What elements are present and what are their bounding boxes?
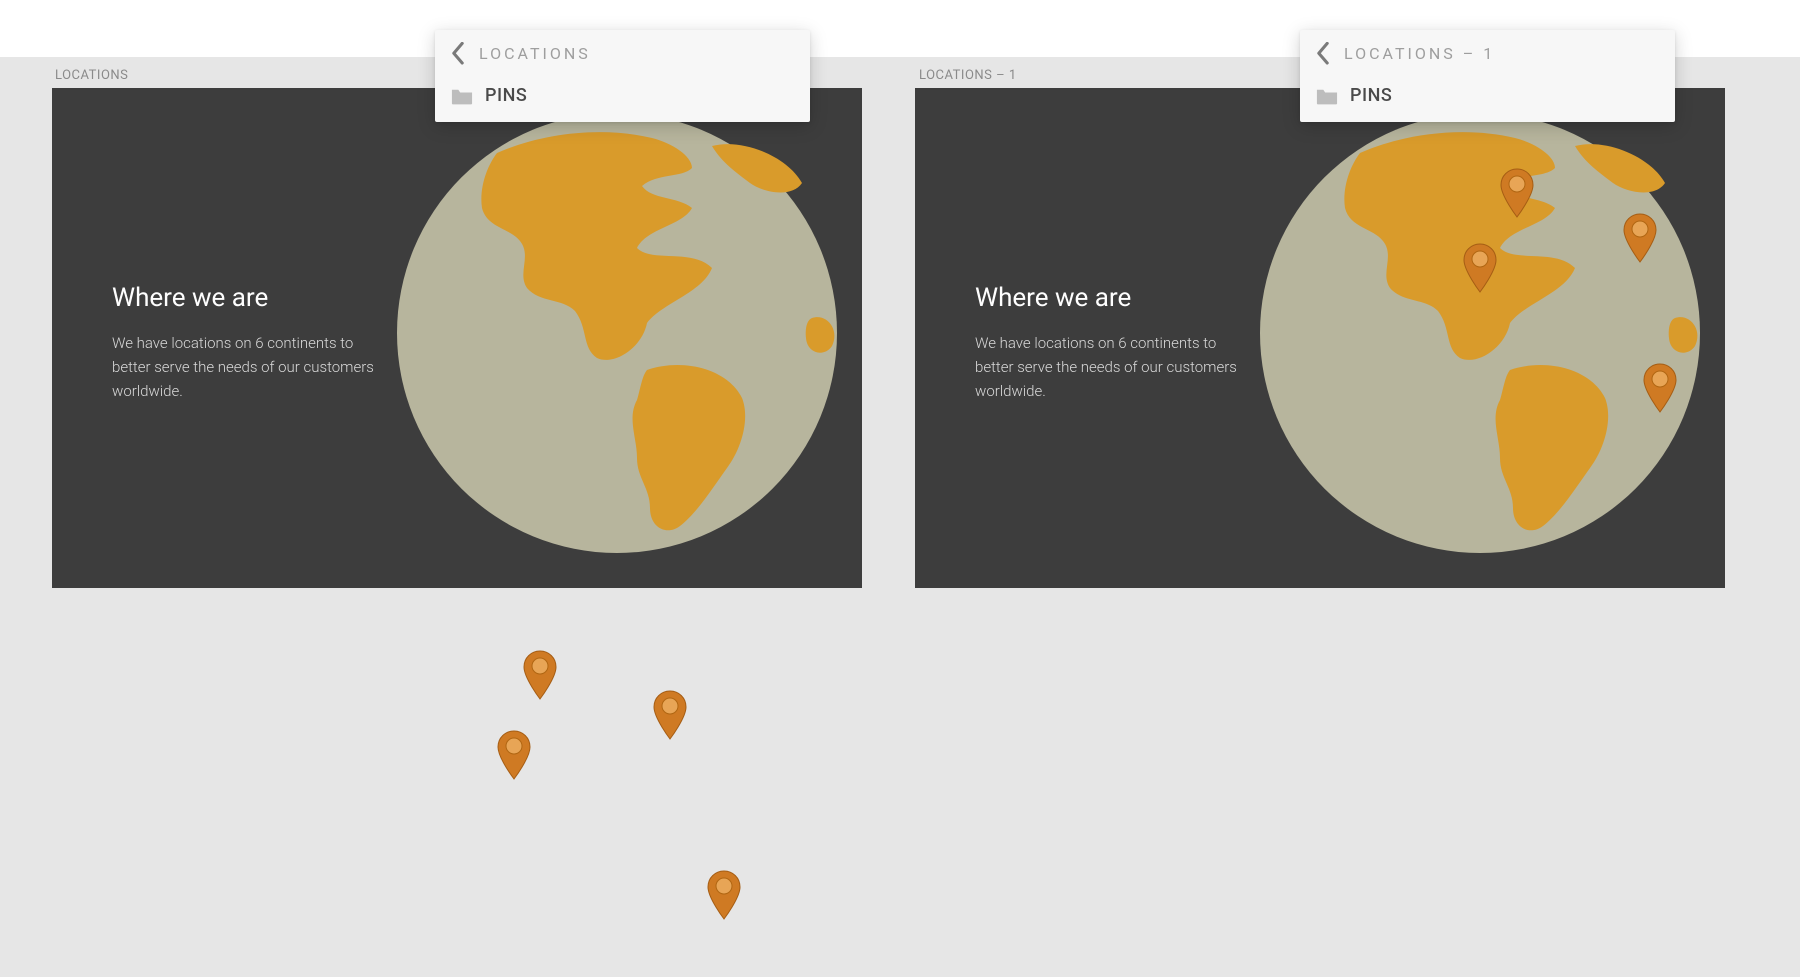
text-block: Where we are We have locations on 6 cont…: [112, 283, 392, 403]
panel-header: LOCATIONS – 1: [1300, 30, 1675, 75]
heading-where-we-are: Where we are: [975, 283, 1255, 313]
map-pin-icon[interactable]: [496, 730, 532, 780]
text-block: Where we are We have locations on 6 cont…: [975, 283, 1255, 403]
frame-label-locations[interactable]: LOCATIONS: [55, 68, 128, 83]
frame-label-locations-1[interactable]: LOCATIONS – 1: [919, 68, 1017, 83]
layer-row-pins[interactable]: PINS: [435, 75, 810, 122]
back-icon[interactable]: [451, 47, 465, 61]
globe-illustration: [1255, 108, 1705, 558]
layer-name: PINS: [485, 85, 527, 106]
layer-panel-locations-1[interactable]: LOCATIONS – 1 PINS: [1300, 30, 1675, 122]
folder-icon: [1316, 87, 1338, 105]
back-icon[interactable]: [1316, 47, 1330, 61]
panel-header: LOCATIONS: [435, 30, 810, 75]
map-pin-icon[interactable]: [1622, 213, 1658, 263]
map-pin-icon[interactable]: [1462, 243, 1498, 293]
body-text: We have locations on 6 continents to bet…: [975, 331, 1255, 403]
heading-where-we-are: Where we are: [112, 283, 392, 313]
panel-breadcrumb[interactable]: LOCATIONS – 1: [1344, 44, 1495, 63]
map-pin-icon[interactable]: [1642, 363, 1678, 413]
map-pin-icon[interactable]: [706, 870, 742, 920]
map-pin-icon[interactable]: [522, 650, 558, 700]
layer-row-pins[interactable]: PINS: [1300, 75, 1675, 122]
map-pin-icon[interactable]: [652, 690, 688, 740]
map-pin-icon[interactable]: [1499, 168, 1535, 218]
layer-panel-locations[interactable]: LOCATIONS PINS: [435, 30, 810, 122]
layer-name: PINS: [1350, 85, 1392, 106]
frame-locations[interactable]: Where we are We have locations on 6 cont…: [52, 88, 862, 588]
frame-locations-1[interactable]: Where we are We have locations on 6 cont…: [915, 88, 1725, 588]
body-text: We have locations on 6 continents to bet…: [112, 331, 392, 403]
globe-illustration: [392, 108, 842, 558]
folder-icon: [451, 87, 473, 105]
panel-breadcrumb[interactable]: LOCATIONS: [479, 44, 591, 63]
